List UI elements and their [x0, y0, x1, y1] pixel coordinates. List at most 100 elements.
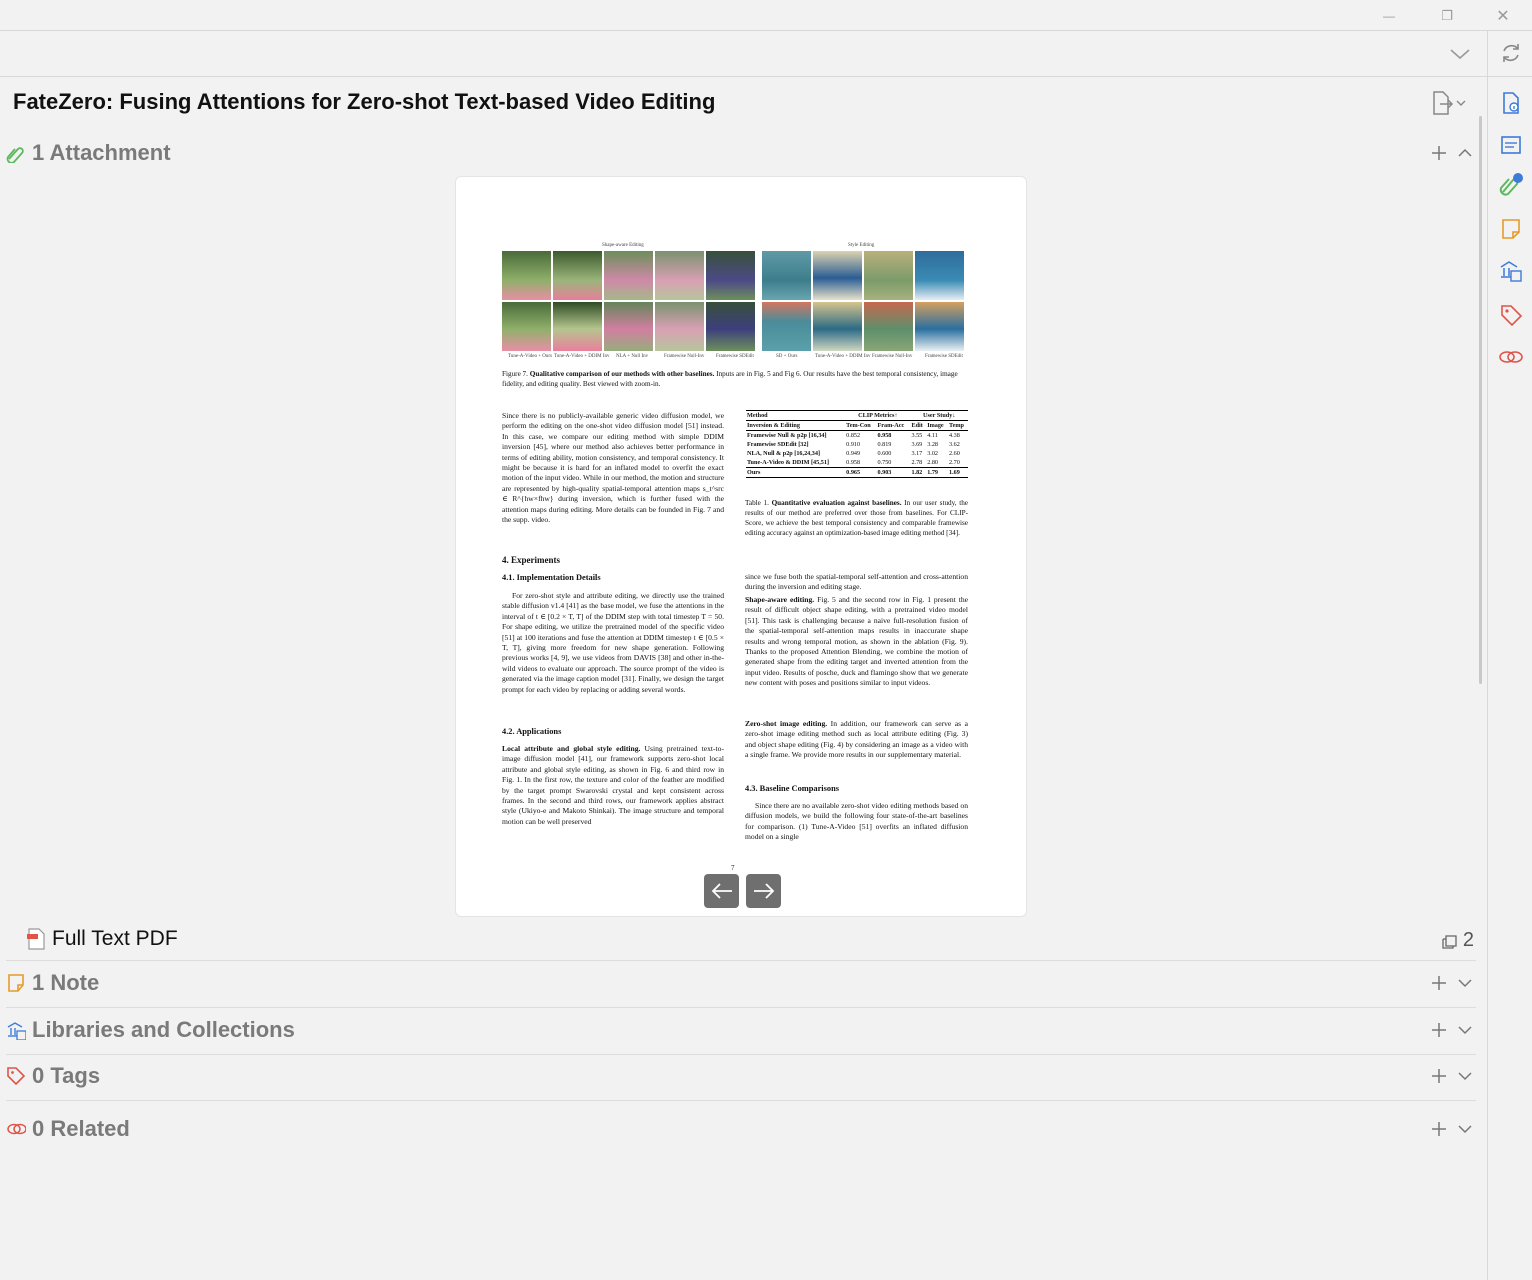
- figure-image: [915, 251, 964, 300]
- add-tag-button[interactable]: [1428, 1065, 1450, 1087]
- next-page-button[interactable]: [746, 874, 781, 908]
- table-caption: Table 1. Quantitative evaluation against…: [745, 498, 968, 538]
- previous-page-button[interactable]: [704, 874, 739, 908]
- sidenav-attachments[interactable]: [1497, 171, 1525, 199]
- attachment-title: Full Text PDF: [52, 927, 178, 950]
- attachment-row[interactable]: Full Text PDF 2: [26, 926, 1476, 952]
- table-cell: NLA, Null & p2p [16,24,34]: [747, 450, 821, 457]
- add-related-button[interactable]: [1428, 1118, 1450, 1140]
- section-divider: [6, 1100, 1476, 1101]
- table-cell: 0.949: [846, 450, 861, 457]
- expand-related-button[interactable]: [1454, 1118, 1476, 1140]
- plus-icon: [1432, 1122, 1446, 1136]
- heading-experiments: 4. Experiments: [502, 555, 560, 565]
- page-number: 7: [731, 864, 735, 872]
- chevron-up-icon: [1458, 148, 1472, 157]
- related-icon: [1499, 351, 1523, 363]
- sidenav-info[interactable]: [1497, 89, 1525, 117]
- table-cell: 2.80: [927, 459, 939, 466]
- attachments-section-header[interactable]: 1 Attachment: [6, 138, 1476, 168]
- fig-label: Tune-A-Video + DDIM Inv: [815, 354, 871, 359]
- title-bar: — ❐ ✕: [0, 0, 1532, 31]
- apps-bold: Local attribute and global style editing…: [502, 744, 641, 753]
- caption-bold: Qualitative comparison of our methods wi…: [529, 370, 715, 378]
- close-button[interactable]: ✕: [1480, 0, 1526, 31]
- scrollbar[interactable]: [1479, 116, 1482, 684]
- figure-image: [655, 251, 704, 300]
- plus-icon: [1432, 1069, 1446, 1083]
- collapse-all-button[interactable]: [1447, 41, 1473, 67]
- annotation-icon: [1442, 934, 1457, 949]
- apps-para: Local attribute and global style editing…: [502, 744, 724, 827]
- table-subheader: Fram-Acc: [877, 422, 905, 429]
- figure-image: [915, 302, 964, 351]
- section-divider: [6, 960, 1476, 961]
- attachment-preview[interactable]: Shape-aware Editing Style Editing Tune-A…: [455, 176, 1027, 917]
- table-subheader: Edit: [911, 422, 923, 429]
- related-icon: [7, 1123, 26, 1135]
- item-pane-sidenav: [1487, 31, 1532, 1280]
- table-cell: 0.910: [846, 441, 861, 448]
- heading-applications: 4.2. Applications: [502, 727, 562, 736]
- table-subheader: Tem-Con: [846, 422, 871, 429]
- restore-icon: ❐: [1441, 7, 1453, 23]
- tags-section-header[interactable]: 0 Tags: [6, 1061, 1476, 1091]
- chevron-down-icon: [1458, 1072, 1472, 1081]
- export-document-icon: [1433, 91, 1454, 115]
- expand-tags-button[interactable]: [1454, 1065, 1476, 1087]
- collapse-attachments-button[interactable]: [1454, 142, 1476, 164]
- arrow-left-icon: [711, 883, 732, 899]
- sidebar-divider: [1488, 76, 1532, 77]
- add-attachment-button[interactable]: [1428, 142, 1450, 164]
- table-header: User Study↓: [923, 412, 956, 419]
- section-divider: [6, 1054, 1476, 1055]
- figure-image: [553, 302, 602, 351]
- arrow-right-icon: [753, 883, 774, 899]
- minimize-button[interactable]: —: [1366, 0, 1412, 31]
- figure-image: [864, 302, 913, 351]
- attachments-icon: [1499, 173, 1523, 196]
- table-cell: 3.28: [927, 441, 939, 448]
- export-button[interactable]: [1430, 89, 1474, 117]
- chevron-down-icon: [1458, 1125, 1472, 1134]
- table-cell: 3.69: [911, 441, 923, 448]
- figure-image: [813, 251, 862, 300]
- table-row: Framewise SDEdit [32] 0.910 0.819 3.69 3…: [746, 440, 968, 449]
- notes-section-header[interactable]: 1 Note: [6, 968, 1476, 998]
- figure-image: [502, 302, 551, 351]
- abstract-icon: [1501, 136, 1521, 154]
- table-header: CLIP Metrics↑: [858, 412, 898, 419]
- table-cell: 0.600: [877, 450, 892, 457]
- restore-button[interactable]: ❐: [1424, 0, 1470, 31]
- results-table: Method CLIP Metrics↑ User Study↓ Inversi…: [746, 410, 968, 478]
- table-cell: 1.69: [949, 469, 960, 476]
- add-note-button[interactable]: [1428, 972, 1450, 994]
- libraries-section-header[interactable]: Libraries and Collections: [6, 1015, 1476, 1045]
- item-title[interactable]: FateZero: Fusing Attentions for Zero-sho…: [13, 89, 715, 115]
- figure-image: [604, 302, 653, 351]
- sidenav-related[interactable]: [1497, 343, 1525, 371]
- figure-row-bottom: [502, 302, 968, 351]
- shape-bold: Shape-aware editing.: [745, 595, 815, 604]
- add-to-collection-button[interactable]: [1428, 1019, 1450, 1041]
- sidenav-notes[interactable]: [1497, 215, 1525, 243]
- table-header: Method: [747, 412, 768, 419]
- baseline-para: Since there are no available zero-shot v…: [745, 801, 968, 842]
- annotation-count[interactable]: 2: [1441, 929, 1474, 952]
- expand-libraries-button[interactable]: [1454, 1019, 1476, 1041]
- table-cell: 3.62: [949, 441, 960, 448]
- fig-title-style: Style Editing: [848, 243, 875, 248]
- sidenav-abstract[interactable]: [1497, 131, 1525, 159]
- figure-image: [813, 302, 862, 351]
- fig-label: Framewise SDEdit: [716, 354, 754, 359]
- table-cell: 1.79: [927, 469, 939, 476]
- table-caption-prefix: Table 1.: [745, 499, 769, 507]
- expand-notes-button[interactable]: [1454, 972, 1476, 994]
- caption-prefix: Figure 7.: [502, 370, 528, 378]
- sync-button[interactable]: [1497, 39, 1525, 67]
- sidenav-tags[interactable]: [1497, 301, 1525, 329]
- sidenav-libraries[interactable]: [1497, 257, 1525, 285]
- related-section-header[interactable]: 0 Related: [6, 1114, 1476, 1144]
- table-cell: 0.819: [877, 441, 892, 448]
- plus-icon: [1432, 146, 1446, 160]
